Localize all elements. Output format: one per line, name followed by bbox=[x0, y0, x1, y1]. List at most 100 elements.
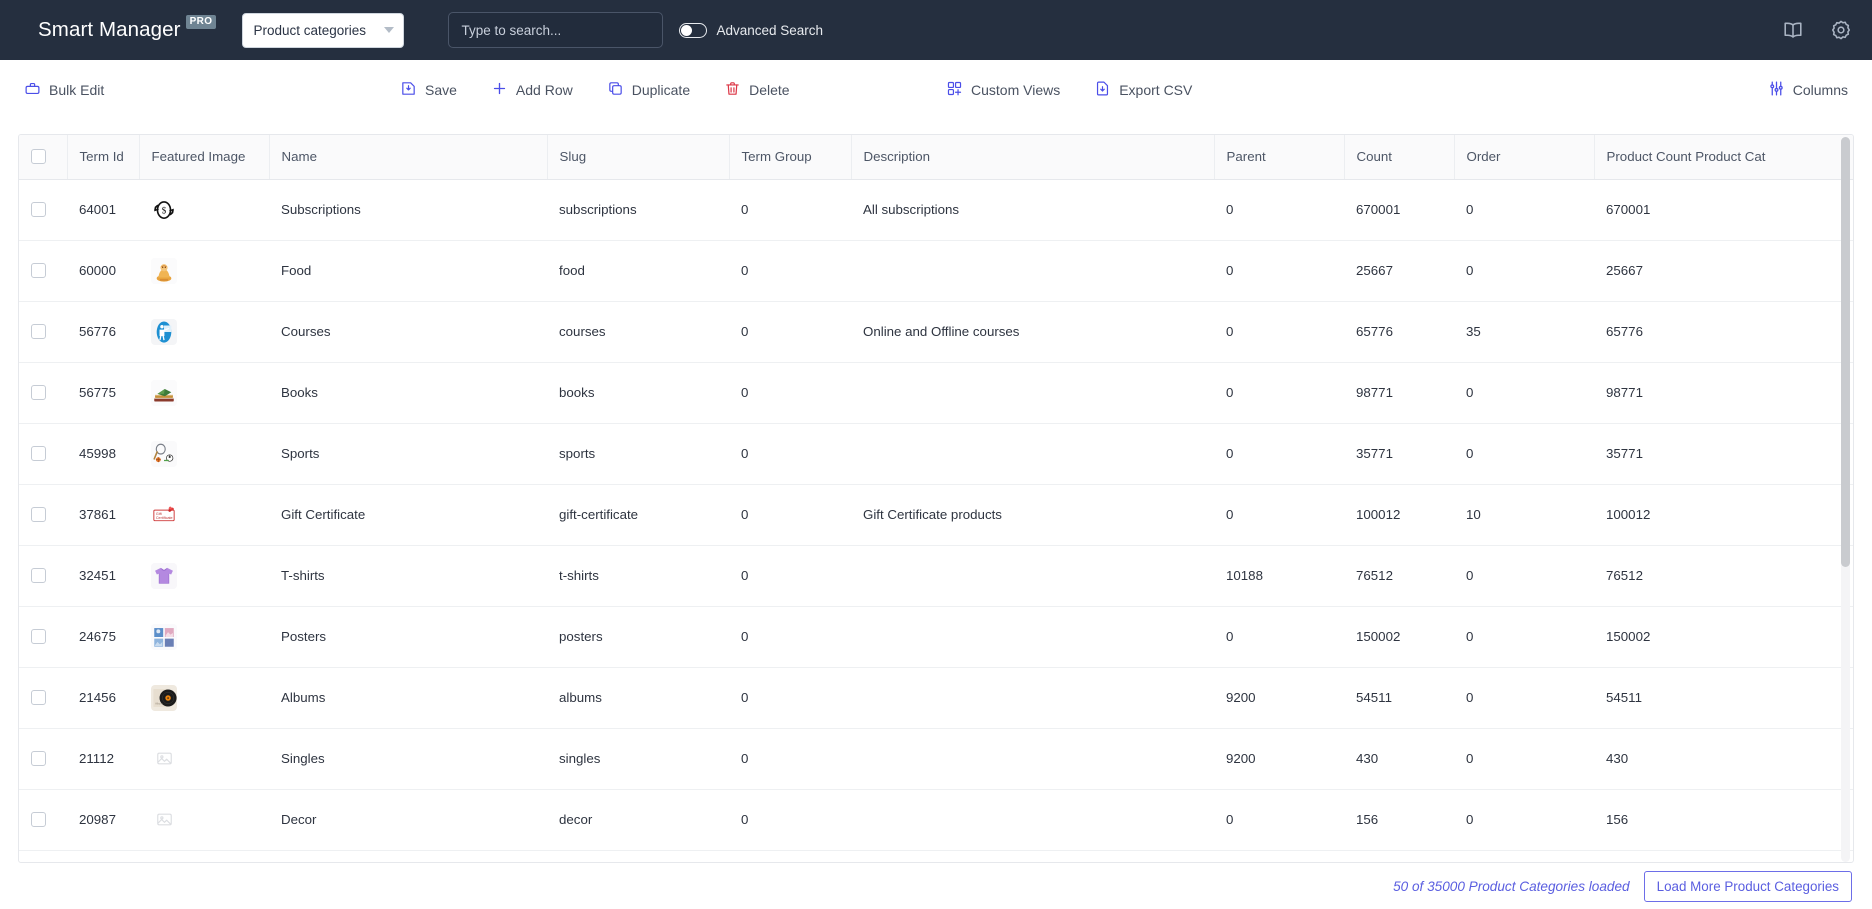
row-select-cell[interactable] bbox=[19, 545, 67, 607]
cell-parent[interactable]: 0 bbox=[1214, 484, 1344, 546]
cell-featured-image[interactable] bbox=[139, 423, 269, 485]
cell-slug[interactable]: decor bbox=[547, 789, 729, 851]
column-header-slug[interactable]: Slug bbox=[547, 135, 730, 180]
cell-name[interactable]: Food bbox=[269, 240, 547, 302]
row-checkbox[interactable] bbox=[31, 202, 46, 217]
row-checkbox[interactable] bbox=[31, 385, 46, 400]
cell-term-id[interactable]: 24675 bbox=[67, 606, 139, 668]
cell-name[interactable]: Posters bbox=[269, 606, 547, 668]
cell-order[interactable]: 10 bbox=[1454, 484, 1594, 546]
cell-description[interactable] bbox=[851, 240, 1214, 302]
cell-term-group[interactable]: 0 bbox=[729, 789, 851, 851]
delete-button[interactable]: Delete bbox=[722, 76, 791, 104]
row-select-cell[interactable] bbox=[19, 240, 67, 302]
cell-term-id[interactable]: 32451 bbox=[67, 545, 139, 607]
cell-parent[interactable]: 0 bbox=[1214, 606, 1344, 668]
cell-parent[interactable]: 0 bbox=[1214, 789, 1344, 851]
cell-featured-image[interactable] bbox=[139, 728, 269, 790]
row-checkbox[interactable] bbox=[31, 263, 46, 278]
columns-button[interactable]: Columns bbox=[1766, 76, 1850, 104]
export-csv-button[interactable]: Export CSV bbox=[1092, 76, 1194, 104]
cell-name[interactable]: Sports bbox=[269, 423, 547, 485]
table-row[interactable]: 32451 T-shirts t-shirts 0 10188 76512 0 … bbox=[19, 545, 1853, 607]
row-select-cell[interactable] bbox=[19, 484, 67, 546]
cell-product-count[interactable]: 54511 bbox=[1594, 667, 1853, 729]
row-checkbox[interactable] bbox=[31, 446, 46, 461]
cell-term-id[interactable]: 60000 bbox=[67, 240, 139, 302]
cell-description[interactable] bbox=[851, 423, 1214, 485]
cell-slug[interactable]: singles bbox=[547, 728, 729, 790]
cell-parent[interactable]: 0 bbox=[1214, 301, 1344, 363]
row-select-cell[interactable] bbox=[19, 301, 67, 363]
cell-product-count[interactable]: 76512 bbox=[1594, 545, 1853, 607]
cell-parent[interactable]: 0 bbox=[1214, 179, 1344, 241]
cell-slug[interactable]: subscriptions bbox=[547, 179, 729, 241]
cell-term-group[interactable]: 0 bbox=[729, 728, 851, 790]
cell-count[interactable]: 156 bbox=[1344, 789, 1454, 851]
cell-count[interactable]: 100012 bbox=[1344, 484, 1454, 546]
scrollbar-thumb[interactable] bbox=[1841, 137, 1850, 567]
cell-count[interactable]: 430 bbox=[1344, 728, 1454, 790]
column-header-product-count[interactable]: Product Count Product Cat bbox=[1594, 135, 1853, 180]
cell-name[interactable]: Courses bbox=[269, 301, 547, 363]
cell-term-group[interactable]: 0 bbox=[729, 240, 851, 302]
table-row[interactable]: 60000 Food food 0 0 25667 0 25667 bbox=[19, 240, 1853, 302]
cell-term-id[interactable]: 64001 bbox=[67, 179, 139, 241]
cell-description[interactable] bbox=[851, 362, 1214, 424]
cell-slug[interactable]: courses bbox=[547, 301, 729, 363]
table-row[interactable]: 64001 $ Subscriptions subscriptions 0 Al… bbox=[19, 179, 1853, 241]
cell-product-count[interactable]: 150002 bbox=[1594, 606, 1853, 668]
cell-order[interactable]: 0 bbox=[1454, 728, 1594, 790]
row-checkbox[interactable] bbox=[31, 751, 46, 766]
row-checkbox[interactable] bbox=[31, 690, 46, 705]
save-button[interactable]: Save bbox=[398, 76, 459, 104]
cell-parent[interactable]: 0 bbox=[1214, 423, 1344, 485]
row-select-cell[interactable] bbox=[19, 728, 67, 790]
duplicate-button[interactable]: Duplicate bbox=[605, 76, 692, 104]
bulk-edit-button[interactable]: Bulk Edit bbox=[22, 76, 106, 104]
cell-product-count[interactable]: 100012 bbox=[1594, 484, 1853, 546]
table-row[interactable]: 37861 Gift Certificate Gift Certificate … bbox=[19, 484, 1853, 546]
cell-order[interactable]: 0 bbox=[1454, 423, 1594, 485]
cell-term-group[interactable]: 0 bbox=[729, 301, 851, 363]
cell-order[interactable]: 0 bbox=[1454, 240, 1594, 302]
cell-name[interactable]: Decor bbox=[269, 789, 547, 851]
advanced-search-toggle[interactable] bbox=[679, 22, 708, 38]
cell-term-id[interactable]: 56775 bbox=[67, 362, 139, 424]
dashboard-select[interactable]: Product categories bbox=[242, 12, 405, 48]
cell-name[interactable]: Singles bbox=[269, 728, 547, 790]
cell-name[interactable]: Books bbox=[269, 362, 547, 424]
cell-featured-image[interactable] bbox=[139, 362, 269, 424]
cell-name[interactable]: T-shirts bbox=[269, 545, 547, 607]
cell-featured-image[interactable]: Album bbox=[139, 667, 269, 729]
table-row[interactable]: 24675 Posters posters 0 0 150002 0 15000… bbox=[19, 606, 1853, 668]
cell-count[interactable]: 76512 bbox=[1344, 545, 1454, 607]
table-row[interactable]: 20987 Decor decor 0 0 156 0 156 bbox=[19, 789, 1853, 851]
cell-name[interactable]: Gift Certificate bbox=[269, 484, 547, 546]
cell-order[interactable]: 0 bbox=[1454, 606, 1594, 668]
cell-term-group[interactable]: 0 bbox=[729, 362, 851, 424]
cell-term-group[interactable]: 0 bbox=[729, 423, 851, 485]
row-checkbox[interactable] bbox=[31, 507, 46, 522]
cell-order[interactable]: 0 bbox=[1454, 667, 1594, 729]
cell-featured-image[interactable] bbox=[139, 789, 269, 851]
cell-featured-image[interactable] bbox=[139, 240, 269, 302]
cell-slug[interactable]: books bbox=[547, 362, 729, 424]
cell-product-count[interactable]: 156 bbox=[1594, 789, 1853, 851]
cell-product-count[interactable]: 65776 bbox=[1594, 301, 1853, 363]
cell-description[interactable] bbox=[851, 545, 1214, 607]
cell-order[interactable]: 0 bbox=[1454, 362, 1594, 424]
cell-order[interactable]: 0 bbox=[1454, 179, 1594, 241]
cell-description[interactable]: All subscriptions bbox=[851, 179, 1214, 241]
load-more-button[interactable]: Load More Product Categories bbox=[1643, 870, 1852, 902]
column-header-count[interactable]: Count bbox=[1344, 135, 1455, 180]
select-all-checkbox[interactable] bbox=[31, 149, 46, 165]
cell-count[interactable]: 25667 bbox=[1344, 240, 1454, 302]
cell-description[interactable]: Gift Certificate products bbox=[851, 484, 1214, 546]
cell-product-count[interactable]: 35771 bbox=[1594, 423, 1853, 485]
cell-slug[interactable]: sports bbox=[547, 423, 729, 485]
column-header-name[interactable]: Name bbox=[269, 135, 548, 180]
row-checkbox[interactable] bbox=[31, 812, 46, 827]
table-row[interactable]: 21112 Singles singles 0 9200 430 0 430 bbox=[19, 728, 1853, 790]
cell-slug[interactable]: food bbox=[547, 240, 729, 302]
